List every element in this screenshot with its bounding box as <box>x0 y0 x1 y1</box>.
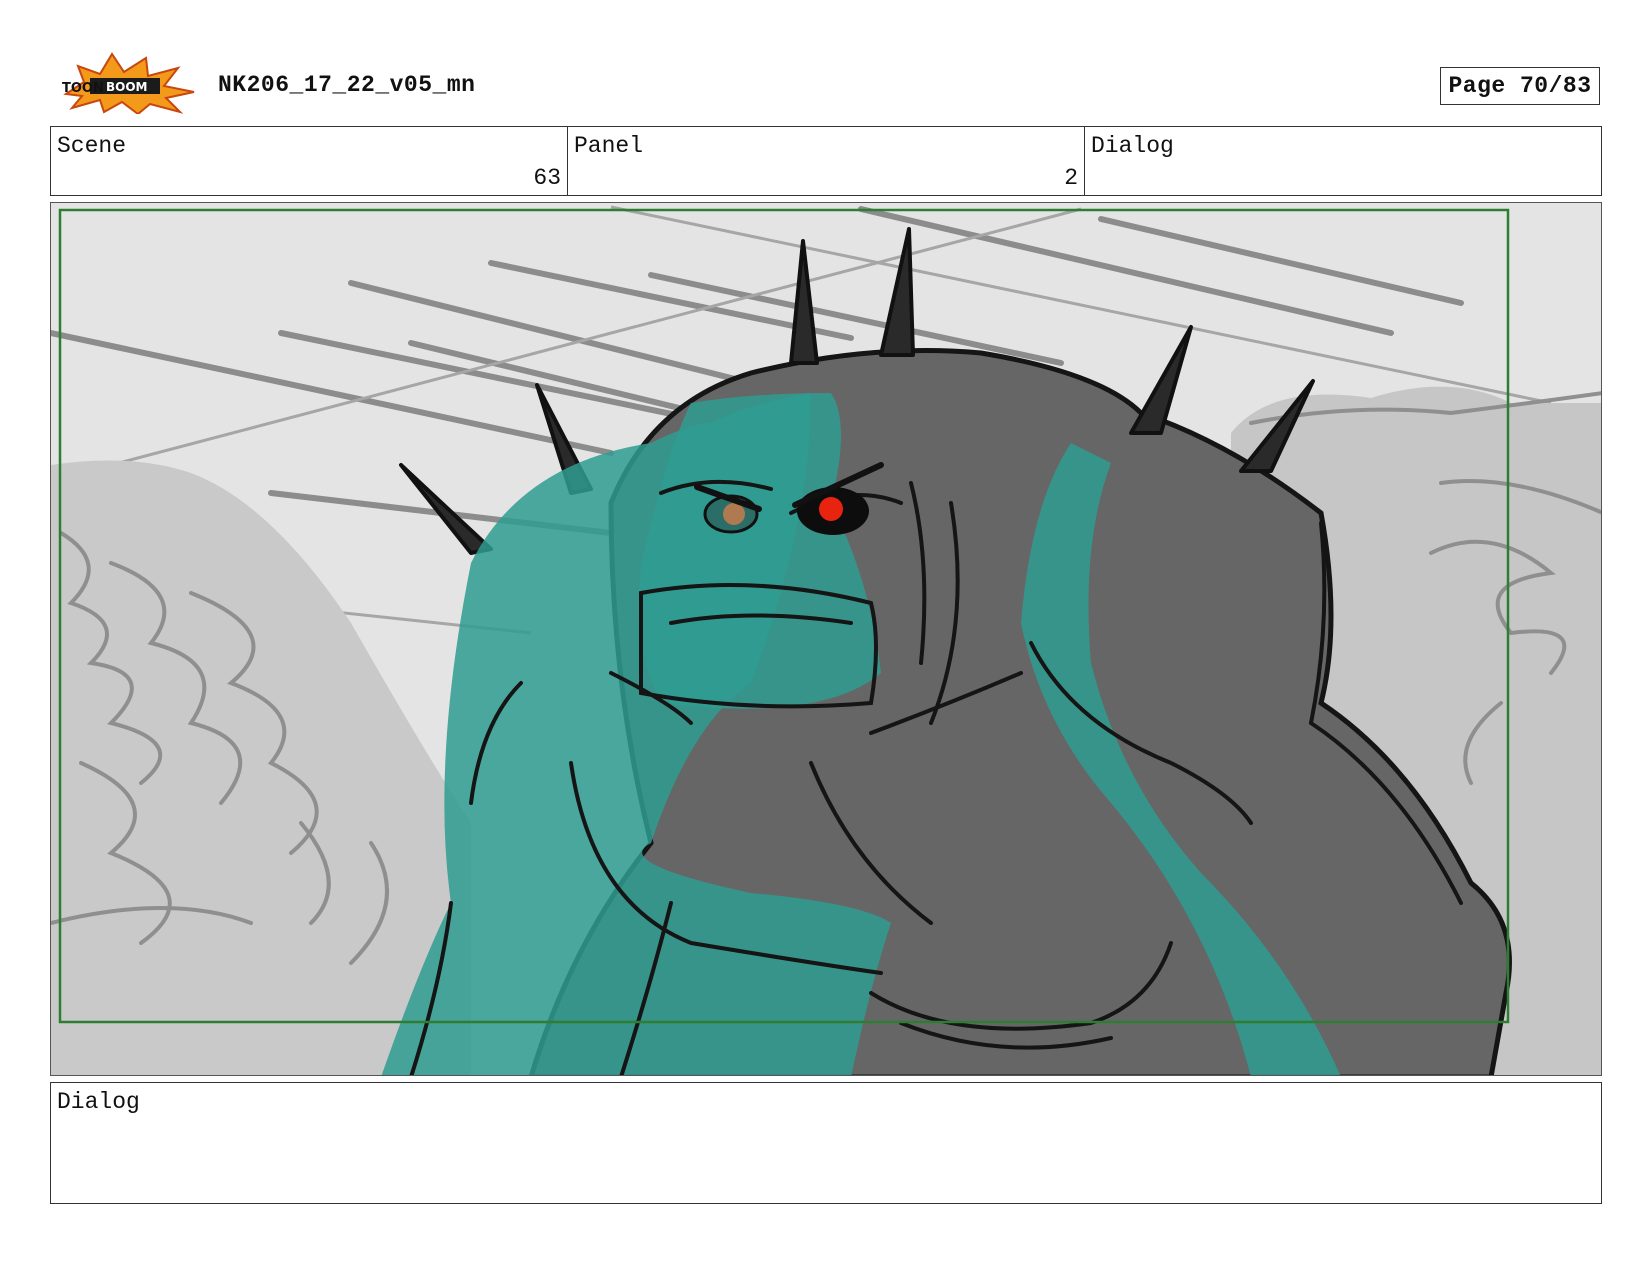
document-title: NK206_17_22_v05_mn <box>218 72 476 98</box>
dialog-header-label: Dialog <box>1091 133 1174 159</box>
toon-boom-logo: TOON BOOM <box>54 52 196 116</box>
storyboard-panel <box>50 202 1602 1076</box>
svg-text:BOOM: BOOM <box>106 80 148 94</box>
page-indicator: Page 70/83 <box>1440 67 1600 105</box>
creature-pupil-right <box>819 497 843 521</box>
panel-cell: Panel 2 <box>568 127 1085 195</box>
dialog-label: Dialog <box>57 1089 140 1115</box>
creature-pupil-left <box>723 503 745 525</box>
dialog-box: Dialog <box>50 1082 1602 1204</box>
dialog-cell: Dialog <box>1085 127 1601 195</box>
panel-number: 2 <box>1064 165 1078 191</box>
scene-number: 63 <box>533 165 561 191</box>
panel-label: Panel <box>574 133 644 159</box>
scene-cell: Scene 63 <box>51 127 568 195</box>
panel-info-row: Scene 63 Panel 2 Dialog <box>50 126 1602 196</box>
scene-label: Scene <box>57 133 127 159</box>
logo-text: TOON <box>62 81 104 96</box>
panel-artwork <box>51 203 1601 1075</box>
